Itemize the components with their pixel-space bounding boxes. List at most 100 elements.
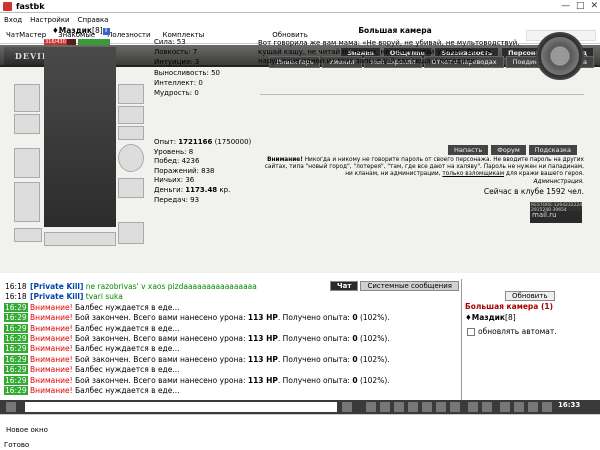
message-time[interactable]: 16:18: [4, 292, 28, 301]
toolbar-chatmaster[interactable]: ЧатМастер: [6, 31, 46, 39]
hint-button[interactable]: Подсказка: [528, 145, 577, 155]
message-sender[interactable]: Внимание!: [30, 376, 73, 385]
damage-value: 113 HP: [247, 375, 278, 385]
mailru-banner[interactable]: mail.ru: [530, 211, 582, 223]
character-name[interactable]: ♦Маздик[8] i: [52, 26, 110, 35]
weapon-slot[interactable]: [14, 114, 40, 134]
info-icon[interactable]: i: [102, 27, 110, 35]
message-time[interactable]: 16:29: [4, 302, 28, 312]
warning-link[interactable]: только взломщикам: [442, 171, 504, 177]
message-sender[interactable]: Внимание!: [30, 313, 73, 322]
message-sender[interactable]: Внимание!: [30, 303, 73, 312]
fight-icon[interactable]: [422, 402, 432, 412]
message-sender[interactable]: Внимание!: [30, 386, 73, 395]
message-time[interactable]: 16:29: [4, 365, 28, 375]
bag-icon[interactable]: [514, 402, 524, 412]
message-sender[interactable]: Внимание!: [30, 355, 73, 364]
menu-bar: Вход Настройки Справка: [0, 14, 600, 26]
map-icon[interactable]: [408, 402, 418, 412]
message-sender[interactable]: [Private Kill]: [30, 292, 83, 301]
close-icon[interactable]: ✕: [590, 1, 598, 11]
losses: Поражений: 838: [154, 166, 215, 175]
sound-icon[interactable]: [482, 402, 492, 412]
clock-icon[interactable]: [394, 402, 404, 412]
title-bar: fastbk — □ ✕: [0, 0, 600, 13]
info-panel-icon[interactable]: [542, 402, 552, 412]
location-panel: Большая камера Вот говорила же вам мама:…: [258, 26, 532, 66]
auto-refresh-checkbox[interactable]: обновлять автомат.: [467, 327, 557, 336]
armor-slot[interactable]: [14, 182, 40, 222]
maximize-icon[interactable]: □: [576, 1, 585, 11]
stat-strength: Сила: 53: [154, 38, 186, 46]
minimize-icon[interactable]: —: [561, 1, 570, 11]
message-time[interactable]: 16:29: [4, 375, 28, 385]
message-sender[interactable]: Внимание!: [30, 344, 73, 353]
message-time[interactable]: 16:18: [4, 282, 28, 291]
location-description: Вот говорила же вам мама: «Не воруй, не …: [258, 39, 520, 65]
chat-message: 16:29 Внимание! Балбес нуждается в еде..…: [4, 344, 460, 354]
message-time[interactable]: 16:29: [4, 344, 28, 354]
stat-agility: Ловкость: 7: [154, 48, 198, 57]
settings-icon[interactable]: [450, 402, 460, 412]
ring-slot[interactable]: [118, 126, 144, 140]
belt-items-slots[interactable]: [44, 232, 116, 246]
people-icon[interactable]: [436, 402, 446, 412]
message-text: . Получено опыта:: [277, 334, 353, 344]
shield-slot[interactable]: [118, 144, 144, 172]
smile-icon[interactable]: [366, 402, 376, 412]
message-time[interactable]: 16:29: [4, 323, 28, 333]
compass-icon[interactable]: [536, 32, 584, 80]
draws: Ничьих: 36: [154, 176, 195, 185]
checkbox-box[interactable]: [467, 327, 475, 336]
helmet-slot[interactable]: [14, 84, 40, 112]
menu-item-settings[interactable]: Настройки: [30, 16, 70, 24]
new-window-link[interactable]: Новое окно: [6, 426, 48, 434]
note-icon[interactable]: [500, 402, 510, 412]
chat-input[interactable]: [25, 402, 337, 412]
toolbar-tools[interactable]: Полезности: [107, 31, 150, 39]
filter-icon[interactable]: [380, 402, 390, 412]
message-text: . Получено опыта:: [277, 313, 353, 323]
gloves-slot[interactable]: [118, 178, 144, 198]
character-avatar[interactable]: [44, 47, 116, 227]
message-text: . Получено опыта:: [277, 354, 353, 364]
app-icon: [3, 1, 12, 11]
message-text: (102%).: [357, 354, 390, 364]
message-sender[interactable]: Внимание!: [30, 365, 73, 374]
tool-icon[interactable]: [468, 402, 478, 412]
message-sender[interactable]: Внимание!: [30, 334, 73, 343]
earring-slot[interactable]: [118, 84, 144, 104]
refresh-button[interactable]: Обновить: [505, 291, 555, 301]
message-time[interactable]: 16:29: [4, 386, 28, 396]
mana-bar-fill: [78, 39, 110, 45]
message-sender[interactable]: [Private Kill]: [30, 282, 83, 291]
menu-item-login[interactable]: Вход: [4, 16, 22, 24]
weapon-slot-2[interactable]: [14, 148, 40, 178]
menu-item-help[interactable]: Справка: [78, 16, 109, 24]
chat-message: 16:29 Внимание! Бой закончен. Всего вами…: [4, 354, 460, 365]
chat-message: 16:18 [Private Kill] ne razobrivas' v xa…: [4, 282, 460, 292]
boots-slot[interactable]: [118, 222, 144, 244]
stat-intellect: Интеллект: 0: [154, 78, 203, 87]
send-icon[interactable]: [342, 402, 352, 412]
forum-button[interactable]: Форум: [491, 145, 526, 155]
message-time[interactable]: 16:29: [4, 313, 28, 323]
amulet-slot[interactable]: [118, 106, 144, 124]
message-text: . Получено опыта:: [277, 375, 353, 385]
message-text: Балбес нуждается в еде...: [72, 302, 180, 312]
message-sender[interactable]: Внимание!: [30, 324, 73, 333]
message-text: Балбес нуждается в еде...: [72, 323, 180, 333]
room-user[interactable]: ♦Маздик[8]: [465, 313, 516, 322]
mana-bar: [78, 39, 110, 45]
damage-value: 113 HP: [247, 334, 278, 344]
window-controls: — □ ✕: [561, 1, 598, 11]
message-time[interactable]: 16:29: [4, 334, 28, 344]
game-clock: 16:33: [558, 401, 581, 409]
chat-message: 16:29 Внимание! Бой закончен. Всего вами…: [4, 313, 460, 323]
attack-button[interactable]: Напасть: [448, 145, 489, 155]
gift-icon[interactable]: [528, 402, 538, 412]
clear-icon[interactable]: [6, 402, 16, 412]
transfers: Передач: 93: [154, 195, 200, 204]
message-time[interactable]: 16:29: [4, 354, 28, 364]
belt-slot[interactable]: [14, 228, 42, 242]
